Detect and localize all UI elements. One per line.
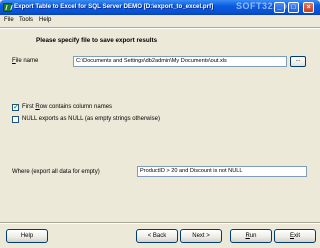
- export-wizard-window: Export Table to Excel for SQL Server DEM…: [0, 0, 320, 248]
- menu-tools[interactable]: Tools: [19, 17, 33, 23]
- menu-help[interactable]: Help: [39, 17, 51, 23]
- page-heading: Please specify file to save export resul…: [36, 37, 158, 44]
- run-button[interactable]: Run: [230, 229, 272, 243]
- menu-bar: File Tools Help: [0, 15, 320, 25]
- close-button[interactable]: ×: [303, 2, 314, 13]
- excel-app-icon: [3, 3, 12, 12]
- maximize-button[interactable]: □: [288, 2, 299, 13]
- first-row-label: First Row contains column names: [22, 104, 113, 110]
- where-input[interactable]: ProductID > 20 and Discount is not NULL: [137, 166, 307, 177]
- file-name-label: File name: [12, 58, 39, 64]
- menu-file[interactable]: File: [4, 17, 14, 23]
- exit-button[interactable]: Exit: [274, 229, 316, 243]
- browse-button[interactable]: ...: [290, 56, 306, 67]
- title-bar[interactable]: Export Table to Excel for SQL Server DEM…: [0, 0, 320, 15]
- null-checkbox[interactable]: [12, 116, 19, 123]
- where-label: Where (export all data for empty): [12, 169, 100, 175]
- null-label: NULL exports as NULL (as empty strings o…: [22, 116, 160, 122]
- help-button[interactable]: Help: [6, 229, 48, 243]
- watermark-text: SOFT32.com: [236, 1, 297, 11]
- file-name-input[interactable]: C:\Documents and Settings\db2admin\My Do…: [73, 56, 287, 67]
- back-button[interactable]: < Back: [136, 229, 178, 243]
- header-divider: [0, 27, 320, 29]
- footer-divider: [0, 222, 320, 224]
- window-title: Export Table to Excel for SQL Server DEM…: [14, 3, 214, 10]
- next-button[interactable]: Next >: [180, 229, 222, 243]
- first-row-checkbox[interactable]: [12, 103, 19, 111]
- minimize-button[interactable]: _: [274, 2, 285, 13]
